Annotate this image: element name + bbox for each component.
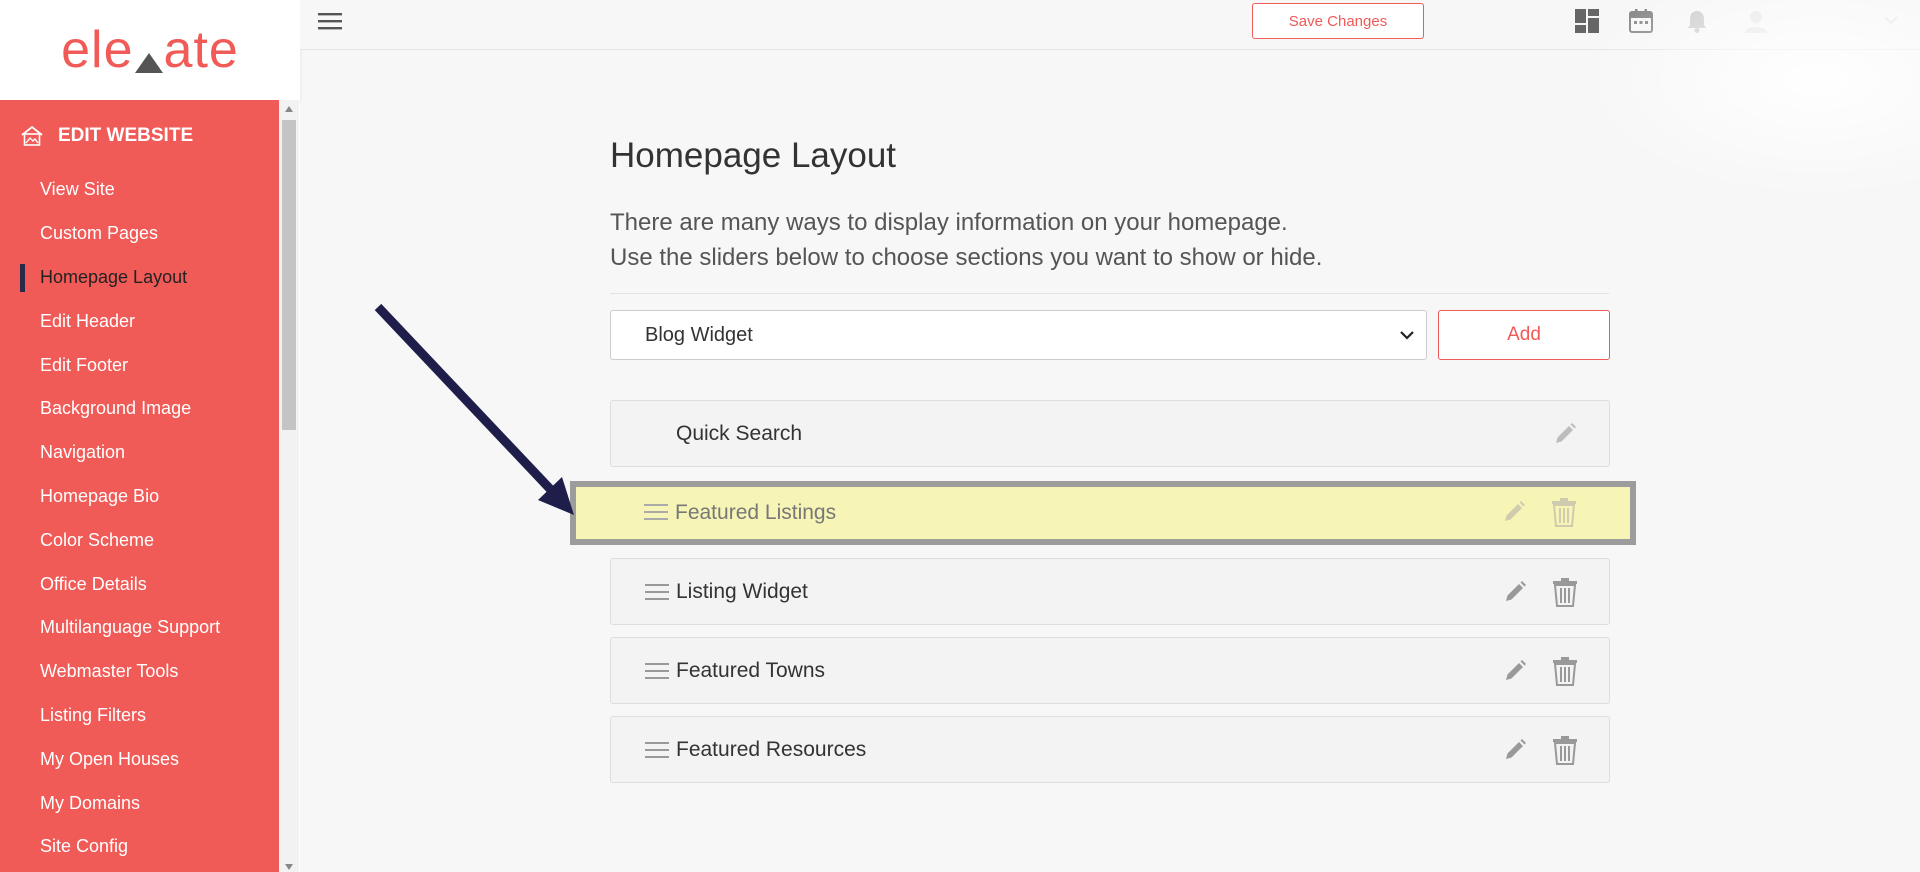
description-line-2: Use the sliders below to choose sections… xyxy=(610,244,1323,271)
drag-handle-icon[interactable] xyxy=(645,662,669,680)
pencil-edit-icon[interactable] xyxy=(1502,737,1528,763)
sidebar-item-edit-footer[interactable]: Edit Footer xyxy=(0,343,279,387)
hamburger-menu-icon[interactable] xyxy=(318,12,342,35)
section-row-featured-towns[interactable]: Featured Towns xyxy=(610,637,1610,704)
sidebar-item-homepage-bio[interactable]: Homepage Bio xyxy=(0,475,279,519)
add-section-button[interactable]: Add xyxy=(1438,310,1610,360)
drag-handle-icon[interactable] xyxy=(645,741,669,759)
section-label: Listing Widget xyxy=(676,579,808,603)
edit-website-label: EDIT WEBSITE xyxy=(58,125,194,146)
sidebar-item-webmaster-tools[interactable]: Webmaster Tools xyxy=(0,650,279,694)
section-row-quick-search[interactable]: Quick Search xyxy=(610,400,1610,467)
drag-handle-icon[interactable] xyxy=(645,583,669,601)
sidebar-item-view-site[interactable]: View Site xyxy=(0,168,279,212)
page-title: Homepage Layout xyxy=(610,136,897,175)
widget-select[interactable]: Blog Widget xyxy=(610,310,1427,360)
sidebar-item-custom-pages[interactable]: Custom Pages xyxy=(0,212,279,256)
trash-delete-icon[interactable] xyxy=(1551,497,1577,527)
pencil-edit-icon[interactable] xyxy=(1552,421,1578,447)
sidebar-item-office-details[interactable]: Office Details xyxy=(0,562,279,606)
sidebar-item-multilanguage-support[interactable]: Multilanguage Support xyxy=(0,606,279,650)
logo-triangle-icon xyxy=(134,53,163,73)
brand-logo[interactable]: ele ate xyxy=(61,20,239,80)
scrollbar-thumb[interactable] xyxy=(282,120,296,430)
logo-text-left: ele xyxy=(61,21,134,79)
chevron-down-icon xyxy=(1400,331,1414,340)
section-label: Quick Search xyxy=(676,421,803,445)
sidebar-item-homepage-layout[interactable]: Homepage Layout xyxy=(0,256,279,300)
sidebar-item-my-open-houses[interactable]: My Open Houses xyxy=(0,737,279,781)
description-line-1: There are many ways to display informati… xyxy=(610,209,1288,236)
trash-delete-icon[interactable] xyxy=(1552,577,1578,607)
section-divider xyxy=(610,293,1609,294)
scroll-down-arrow-icon[interactable] xyxy=(285,864,293,870)
widget-select-value: Blog Widget xyxy=(645,323,753,346)
section-row-listing-widget[interactable]: Listing Widget xyxy=(610,558,1610,625)
sidebar-item-listing-filters[interactable]: Listing Filters xyxy=(0,694,279,738)
logo-area: ele ate xyxy=(0,0,300,100)
sidebar-menu: View Site Custom Pages Homepage Layout E… xyxy=(0,168,279,869)
scroll-up-arrow-icon[interactable] xyxy=(285,106,293,112)
trash-delete-icon[interactable] xyxy=(1552,735,1578,765)
pencil-edit-icon[interactable] xyxy=(1502,579,1528,605)
section-label: Featured Listings xyxy=(675,500,837,524)
trash-delete-icon[interactable] xyxy=(1552,656,1578,686)
pencil-edit-icon[interactable] xyxy=(1501,499,1527,525)
pencil-edit-icon[interactable] xyxy=(1502,658,1528,684)
sidebar-scrollbar[interactable] xyxy=(279,100,299,872)
sidebar-item-edit-header[interactable]: Edit Header xyxy=(0,299,279,343)
sidebar-item-my-domains[interactable]: My Domains xyxy=(0,781,279,825)
drag-handle-icon[interactable] xyxy=(644,503,668,521)
edit-website-header[interactable]: EDIT WEBSITE xyxy=(20,124,193,148)
section-row-featured-resources[interactable]: Featured Resources xyxy=(610,716,1610,783)
house-icon xyxy=(21,125,43,146)
section-label: Featured Towns xyxy=(676,658,826,682)
sidebar-item-color-scheme[interactable]: Color Scheme xyxy=(0,518,279,562)
section-label: Featured Resources xyxy=(676,737,867,761)
save-changes-button[interactable]: Save Changes xyxy=(1252,3,1424,39)
sidebar-item-site-config[interactable]: Site Config xyxy=(0,825,279,869)
sidebar-item-navigation[interactable]: Navigation xyxy=(0,431,279,475)
logo-text-right: ate xyxy=(163,21,239,79)
sidebar: ele ate EDIT WEBSITE View Site Custom Pag… xyxy=(0,0,300,872)
top-right-fade-overlay xyxy=(1580,0,1920,200)
section-row-featured-listings[interactable]: Featured Listings xyxy=(610,479,1610,546)
page-description: There are many ways to display informati… xyxy=(610,205,1322,275)
sidebar-item-background-image[interactable]: Background Image xyxy=(0,387,279,431)
